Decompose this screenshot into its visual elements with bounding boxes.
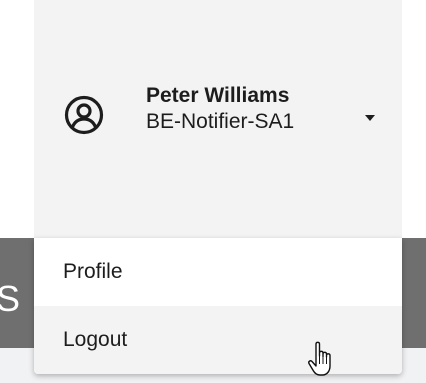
user-menu-toggle[interactable]: Peter Williams BE-Notifier-SA1 xyxy=(34,0,402,238)
user-account-id: BE-Notifier-SA1 xyxy=(146,110,295,133)
user-circle-icon xyxy=(64,95,104,135)
background-heading-fragment: S xyxy=(0,278,21,319)
caret-down-icon xyxy=(365,115,375,121)
user-name: Peter Williams xyxy=(146,84,290,107)
hand-pointer-icon xyxy=(308,341,331,376)
menu-item-logout[interactable]: Logout xyxy=(34,306,402,374)
user-dropdown-menu: Profile Logout xyxy=(34,238,402,374)
menu-item-profile[interactable]: Profile xyxy=(34,238,402,306)
